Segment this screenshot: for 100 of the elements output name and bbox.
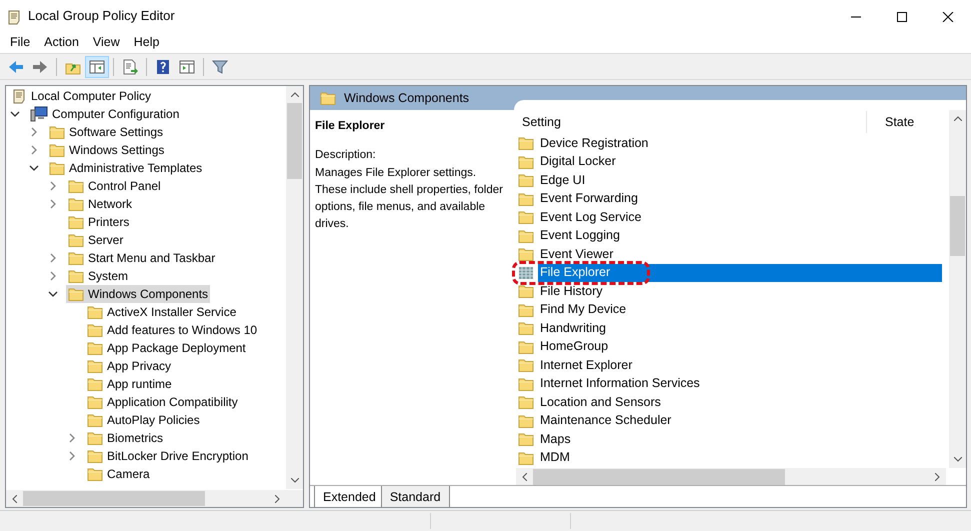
folder-icon bbox=[87, 377, 103, 391]
tree-item[interactable]: App Package Deployment bbox=[85, 339, 248, 357]
folder-icon bbox=[518, 192, 534, 206]
tree-pane-icon bbox=[89, 58, 105, 74]
menu-item[interactable]: View bbox=[86, 33, 127, 52]
folder-icon bbox=[518, 450, 534, 465]
tree-item[interactable]: Software Settings bbox=[47, 123, 166, 141]
tree-item[interactable]: Computer Configuration bbox=[28, 105, 182, 123]
tree-item[interactable]: Printers bbox=[66, 213, 132, 231]
tree-item[interactable]: Camera bbox=[85, 465, 152, 483]
setting-item[interactable]: Maintenance Scheduler bbox=[538, 412, 674, 430]
folder-icon bbox=[87, 395, 103, 409]
export-list-icon bbox=[122, 58, 138, 74]
folder-icon bbox=[518, 432, 534, 446]
setting-item[interactable]: Edge UI bbox=[538, 171, 588, 190]
tree-item[interactable]: BitLocker Drive Encryption bbox=[85, 447, 250, 465]
scroll-right-icon[interactable] bbox=[935, 472, 940, 480]
setting-item[interactable]: Location and Sensors bbox=[538, 393, 663, 412]
setting-item[interactable]: Internet Explorer bbox=[538, 356, 634, 374]
description-text: Manages File Explorer settings. These include shell properties, folder options, file menus, and available drives. bbox=[315, 166, 504, 232]
tree-item[interactable]: Administrative Templates bbox=[47, 159, 204, 177]
setting-item[interactable]: File Explorer bbox=[538, 264, 942, 282]
help-icon bbox=[155, 58, 171, 74]
menu-item[interactable]: Action bbox=[37, 33, 86, 52]
tree-item[interactable]: Windows Components bbox=[66, 285, 210, 303]
scroll-right-icon[interactable] bbox=[275, 494, 280, 502]
scroll-thumb[interactable] bbox=[533, 469, 785, 485]
folder-icon bbox=[87, 449, 103, 463]
tree-item[interactable]: App runtime bbox=[85, 375, 174, 393]
tree-item[interactable]: App Privacy bbox=[85, 357, 174, 375]
folder-icon bbox=[68, 197, 84, 211]
setting-item[interactable]: Maps bbox=[538, 430, 573, 448]
folder-icon bbox=[87, 341, 103, 355]
folder-icon bbox=[518, 358, 534, 372]
folder-icon bbox=[68, 179, 84, 193]
menu-item[interactable]: File bbox=[3, 33, 38, 52]
close-icon[interactable] bbox=[942, 12, 954, 22]
folder-icon bbox=[87, 467, 103, 481]
setting-item[interactable]: Digital Locker bbox=[538, 152, 618, 171]
tree-item[interactable]: ActiveX Installer Service bbox=[85, 303, 238, 321]
tree-item[interactable]: Windows Settings bbox=[47, 141, 166, 159]
window-title: Local Group Policy Editor bbox=[28, 7, 176, 26]
folder-icon bbox=[87, 413, 103, 427]
tree-item[interactable]: System bbox=[66, 267, 130, 285]
tree-pane-button[interactable] bbox=[85, 56, 109, 78]
scroll-thumb[interactable] bbox=[287, 103, 302, 179]
scroll-left-icon[interactable] bbox=[522, 472, 527, 480]
folder-icon bbox=[518, 340, 534, 354]
setting-item[interactable]: Find My Device bbox=[538, 300, 628, 319]
scroll-left-icon[interactable] bbox=[12, 494, 17, 502]
tree-item[interactable]: Start Menu and Taskbar bbox=[66, 249, 218, 267]
tree-item[interactable]: Add features to Windows 10 bbox=[85, 321, 260, 339]
tree-item[interactable]: Server bbox=[66, 231, 126, 249]
folder-icon bbox=[68, 215, 84, 229]
folder-icon bbox=[518, 395, 534, 410]
setting-item[interactable]: Event Forwarding bbox=[538, 190, 640, 208]
setting-item[interactable]: Event Viewer bbox=[538, 245, 616, 264]
scroll-thumb[interactable] bbox=[23, 491, 205, 506]
folder-icon bbox=[518, 376, 534, 391]
folder-icon bbox=[518, 284, 534, 298]
scroll-down-icon[interactable] bbox=[954, 457, 962, 462]
folder-icon bbox=[87, 323, 103, 337]
tree-item[interactable]: Network bbox=[66, 195, 134, 213]
folder-icon bbox=[68, 287, 84, 301]
tree-item[interactable]: Application Compatibility bbox=[85, 393, 240, 411]
scroll-down-icon[interactable] bbox=[290, 478, 298, 483]
setting-item[interactable]: Internet Information Services bbox=[538, 374, 702, 393]
setting-item[interactable]: MDM bbox=[538, 448, 572, 467]
folder-icon bbox=[518, 210, 534, 224]
forward-arrow-icon bbox=[32, 58, 48, 74]
column-header: Setting bbox=[521, 114, 562, 131]
action-pane-icon bbox=[179, 58, 195, 74]
folder-icon bbox=[87, 305, 103, 319]
column-header: State bbox=[884, 114, 916, 131]
setting-item[interactable]: Device Registration bbox=[538, 134, 650, 152]
folder-icon bbox=[68, 233, 84, 247]
folder-icon bbox=[518, 247, 534, 262]
folder-icon bbox=[49, 161, 65, 175]
menu-item[interactable]: Help bbox=[126, 33, 166, 52]
folder-icon bbox=[49, 125, 65, 139]
setting-item[interactable]: File History bbox=[538, 282, 605, 300]
maximize-icon[interactable] bbox=[896, 12, 908, 22]
scroll-up-icon[interactable] bbox=[954, 116, 962, 121]
setting-item[interactable]: Event Logging bbox=[538, 226, 622, 245]
tree-item[interactable]: Control Panel bbox=[66, 177, 163, 195]
back-arrow-icon bbox=[8, 58, 24, 74]
folder-icon bbox=[68, 251, 84, 265]
setting-item[interactable]: HomeGroup bbox=[538, 338, 610, 356]
folder-icon bbox=[518, 173, 534, 188]
scroll-thumb[interactable] bbox=[950, 196, 965, 256]
tree-item[interactable]: Biometrics bbox=[85, 429, 166, 447]
setting-item[interactable]: Handwriting bbox=[538, 319, 608, 338]
view-tab[interactable]: Standard bbox=[380, 486, 450, 507]
setting-item[interactable]: Event Log Service bbox=[538, 208, 644, 226]
folder-icon bbox=[518, 302, 534, 317]
folder-icon bbox=[68, 269, 84, 283]
setting-icon bbox=[518, 266, 534, 280]
scroll-up-icon[interactable] bbox=[290, 92, 298, 97]
tree-item[interactable]: Local Computer Policy bbox=[9, 87, 154, 105]
tree-item[interactable]: AutoPlay Policies bbox=[85, 411, 202, 429]
